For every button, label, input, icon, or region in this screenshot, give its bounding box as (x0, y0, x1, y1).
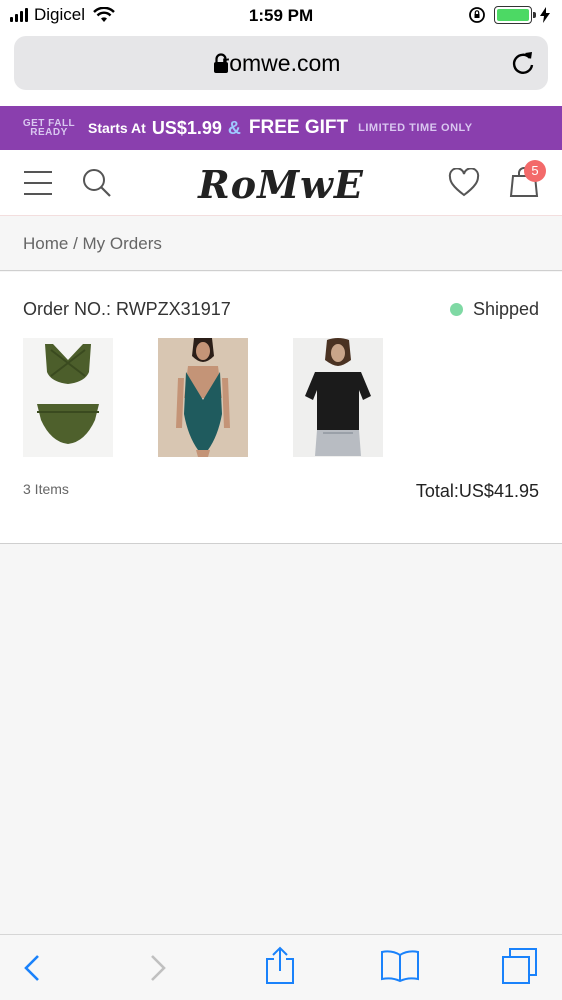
promo-gift: FREE GIFT (248, 117, 349, 138)
order-status: Shipped (449, 299, 539, 320)
promo-limited: LIMITED TIME ONLY (358, 122, 473, 134)
status-dot (449, 303, 463, 316)
items-count: 3 Items (23, 481, 69, 497)
browser-toolbar (0, 934, 562, 1000)
charging-icon (540, 7, 550, 23)
promo-banner[interactable]: GET FALL READY Starts At US$1.99 & FREE … (0, 106, 562, 150)
tabs-icon[interactable] (500, 947, 540, 987)
promo-price: US$1.99 (151, 117, 222, 138)
forward-icon[interactable] (148, 953, 168, 983)
breadcrumb-bar: Home / My Orders (0, 217, 562, 271)
url-text: romwe.com (221, 50, 341, 76)
black-mesh-top-image (293, 338, 383, 457)
share-icon[interactable] (264, 945, 296, 985)
bookmarks-icon[interactable] (380, 949, 420, 983)
teal-swimsuit-image (158, 338, 248, 457)
status-text: Shipped (472, 299, 539, 319)
back-icon[interactable] (22, 953, 42, 983)
product-thumbnail[interactable] (23, 338, 113, 457)
reload-icon[interactable] (510, 49, 536, 77)
browser-bar: romwe.com (0, 32, 562, 106)
heart-icon[interactable] (448, 168, 480, 198)
battery-icon (494, 6, 536, 24)
status-right (468, 6, 550, 24)
product-thumbnails (23, 338, 383, 457)
order-card[interactable]: Order NO.: RWPZX31917 Shipped 3 Items To… (0, 272, 562, 544)
promo-tag: GET FALL READY (22, 118, 76, 138)
status-bar: Digicel 1:59 PM (0, 0, 562, 32)
promo-starts: Starts At (88, 120, 146, 136)
breadcrumb[interactable]: Home / My Orders (23, 234, 162, 254)
url-field[interactable]: romwe.com (14, 36, 548, 90)
promo-amp: & (227, 117, 241, 138)
product-thumbnail[interactable] (293, 338, 383, 457)
order-total: Total:US$41.95 (415, 481, 539, 501)
product-thumbnail[interactable] (158, 338, 248, 457)
site-header: RoMwE 5 (0, 150, 562, 216)
olive-bikini-image (37, 344, 99, 444)
rotation-lock-icon (469, 7, 485, 23)
order-number: Order NO.: RWPZX31917 (23, 299, 231, 319)
cart-count-badge: 5 (524, 160, 546, 182)
